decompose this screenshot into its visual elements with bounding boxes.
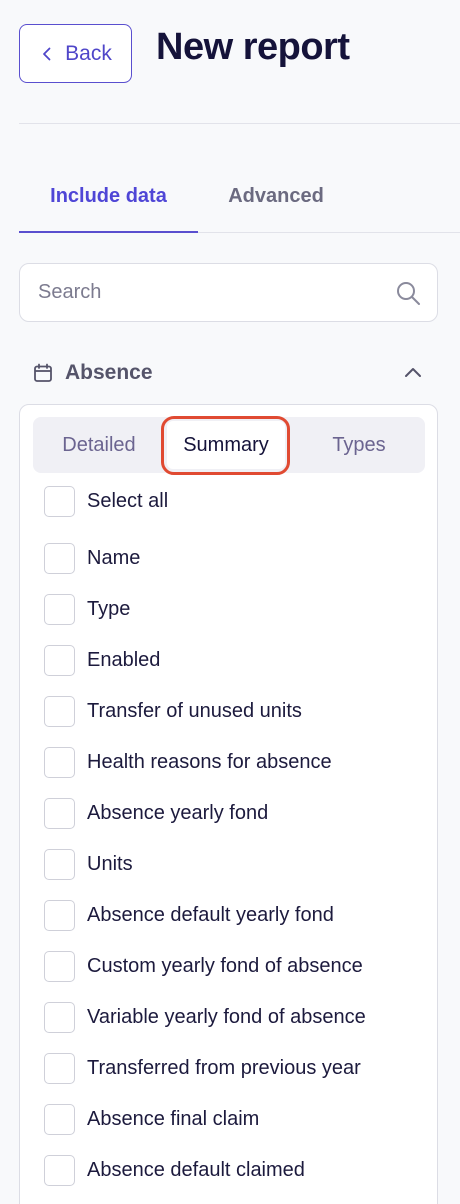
field-checkbox-row[interactable]: Absence default claimed	[44, 1154, 305, 1186]
back-button[interactable]: Back	[19, 24, 132, 83]
absence-section-header[interactable]: Absence	[19, 356, 438, 392]
section-title: Absence	[65, 361, 153, 384]
checkbox-label: Variable yearly fond of absence	[87, 1005, 366, 1028]
back-button-label: Back	[65, 41, 112, 65]
tab-advanced[interactable]: Advanced	[205, 160, 347, 233]
field-checkbox-row[interactable]: Custom yearly fond of absence	[44, 950, 363, 982]
field-checkbox-row[interactable]: Variable yearly fond of absence	[44, 1001, 366, 1033]
view-option-types[interactable]: Types	[295, 421, 423, 469]
checkbox[interactable]	[44, 1154, 75, 1186]
checkbox[interactable]	[44, 950, 75, 982]
page-title: New report	[156, 26, 350, 68]
checkbox[interactable]	[44, 1001, 75, 1033]
checkbox-label: Enabled	[87, 648, 161, 671]
field-checkbox-row[interactable]: Absence yearly fond	[44, 797, 268, 829]
checkbox-label: Type	[87, 597, 131, 620]
checkbox-label: Select all	[87, 489, 169, 512]
chevron-left-icon	[43, 47, 51, 60]
select-all-checkbox[interactable]: Select all	[44, 485, 168, 517]
checkbox-label: Health reasons for absence	[87, 750, 332, 773]
checkbox[interactable]	[44, 485, 75, 517]
view-option-summary[interactable]: Summary	[167, 421, 285, 469]
view-segmented-control: Detailed Summary Types	[33, 417, 425, 473]
checkbox[interactable]	[44, 899, 75, 931]
header-divider	[19, 123, 460, 124]
checkbox[interactable]	[44, 644, 75, 676]
checkbox[interactable]	[44, 746, 75, 778]
field-checkbox-row[interactable]: Enabled	[44, 644, 160, 676]
checkbox[interactable]	[44, 797, 75, 829]
checkbox-label: Transfer of unused units	[87, 699, 302, 722]
checkbox-label: Absence default claimed	[87, 1158, 305, 1181]
checkbox-label: Transferred from previous year	[87, 1056, 361, 1079]
checkbox-label: Absence yearly fond	[87, 801, 269, 824]
checkbox-label: Absence default yearly fond	[87, 903, 334, 926]
checkbox[interactable]	[44, 593, 75, 625]
checkbox[interactable]	[44, 1052, 75, 1084]
chevron-up-icon[interactable]	[402, 362, 424, 384]
checkbox-label: Custom yearly fond of absence	[87, 954, 363, 977]
field-checkbox-row[interactable]: Type	[44, 593, 130, 625]
field-checkbox-row[interactable]: Absence default yearly fond	[44, 899, 334, 931]
search-icon[interactable]	[395, 280, 421, 306]
checkbox-label: Absence final claim	[87, 1107, 260, 1130]
field-checkbox-row[interactable]: Health reasons for absence	[44, 746, 332, 778]
view-option-detailed[interactable]: Detailed	[41, 421, 157, 469]
checkbox-label: Name	[87, 546, 141, 569]
search-box	[19, 263, 438, 322]
calendar-icon	[34, 363, 52, 382]
checkbox-label: Units	[87, 852, 133, 875]
checkbox[interactable]	[44, 1103, 75, 1135]
checkbox[interactable]	[44, 695, 75, 727]
field-checkbox-row[interactable]: Name	[44, 542, 140, 574]
field-checkbox-row[interactable]: Absence final claim	[44, 1103, 259, 1135]
field-checkbox-row[interactable]: Transfer of unused units	[44, 695, 302, 727]
tab-include-data[interactable]: Include data	[19, 160, 198, 233]
report-tabs: Include data Advanced	[19, 160, 460, 233]
absence-panel: Detailed Summary Types Select all Name T…	[19, 404, 438, 1204]
search-input[interactable]	[38, 264, 388, 321]
field-checkbox-row[interactable]: Transferred from previous year	[44, 1052, 361, 1084]
header: Back New report	[19, 24, 460, 84]
checkbox[interactable]	[44, 848, 75, 880]
checkbox[interactable]	[44, 542, 75, 574]
field-checkbox-row[interactable]: Units	[44, 848, 133, 880]
